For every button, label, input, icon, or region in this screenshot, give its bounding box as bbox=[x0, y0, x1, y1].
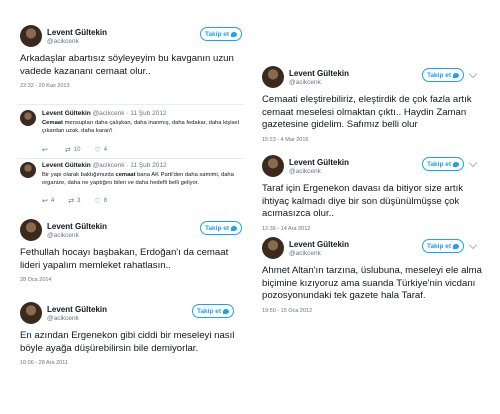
tweet-card-3: Levent Gültekin @acikcenk Takip et En az… bbox=[20, 302, 240, 366]
like-count: 8 bbox=[103, 198, 108, 204]
chevron-down-icon[interactable] bbox=[468, 240, 478, 250]
divider bbox=[18, 104, 244, 105]
heart-icon: ♡ bbox=[94, 198, 101, 205]
avatar[interactable] bbox=[20, 302, 42, 324]
tweet-header: Levent Gültekin @acikcenk Takip et bbox=[20, 219, 242, 249]
tweet-header: Levent Gültekin @acikcenk Takip et bbox=[262, 237, 482, 267]
divider bbox=[18, 158, 244, 159]
avatar[interactable] bbox=[20, 219, 42, 241]
avatar[interactable] bbox=[262, 237, 284, 259]
user-name[interactable]: Levent Gültekin bbox=[47, 222, 107, 231]
user-handle: @acikcenk · 11 Şub 2012 bbox=[92, 162, 167, 169]
user-name[interactable]: Levent Gültekin bbox=[289, 158, 349, 167]
user-handle[interactable]: @acikcenk bbox=[47, 232, 79, 239]
user-handle[interactable]: @acikcenk bbox=[47, 38, 79, 45]
quote-text: Bir yapı olarak baktığımızda cemaat bana… bbox=[42, 171, 257, 187]
tweet-card-6: Levent Gültekin @acikcenk Takip et Ahmet… bbox=[262, 237, 482, 314]
tweet-card-4: Levent Gültekin @acikcenk Takip et Cemaa… bbox=[262, 66, 482, 143]
chevron-down-icon[interactable] bbox=[468, 158, 478, 168]
user-name[interactable]: Levent Gültekin bbox=[47, 305, 107, 314]
tweet-text: Arkadaşlar abartısız söyleyeyim bu kavga… bbox=[20, 53, 234, 77]
retweet-icon: ⇄ bbox=[68, 198, 75, 205]
avatar[interactable] bbox=[20, 25, 42, 47]
like-button[interactable]: ♡ 8 bbox=[94, 197, 107, 205]
tweet-timestamp[interactable]: 19:50 - 15 Oca 2012 bbox=[262, 308, 482, 314]
heart-icon: ♡ bbox=[94, 147, 101, 154]
user-handle: @acikcenk · 11 Şub 2012 bbox=[92, 110, 167, 117]
highlight-word: Cemaat bbox=[42, 120, 63, 126]
tweet-header: Levent Gültekin @acikcenk Takip et bbox=[20, 302, 240, 332]
tweet-actions: ↩ 4 ⇄ 3 ♡ 8 bbox=[42, 197, 107, 205]
tweet-header: Levent Gültekin @acikcenk Takip et bbox=[262, 155, 482, 185]
chevron-down-icon[interactable] bbox=[468, 69, 478, 79]
tweet-timestamp[interactable]: 15:23 - 4 Mar 2016 bbox=[262, 137, 482, 143]
quote-header: Levent Gültekin @acikcenk · 11 Şub 2012 bbox=[42, 162, 167, 169]
like-button[interactable]: ♡ 4 bbox=[94, 146, 107, 154]
user-handle[interactable]: @acikcenk bbox=[289, 168, 321, 175]
tweet-text: Cemaati eleştirebiliriz, eleştirdik de ç… bbox=[262, 94, 472, 130]
follow-button[interactable]: Takip et bbox=[422, 68, 464, 82]
tweet-text: Taraf için Ergenekon davası da bitiyor s… bbox=[262, 183, 464, 219]
avatar[interactable] bbox=[20, 162, 36, 178]
user-handle[interactable]: @acikcenk bbox=[289, 79, 321, 86]
reply-button[interactable]: ↩ 4 bbox=[42, 197, 54, 205]
reply-icon: ↩ bbox=[42, 198, 48, 205]
avatar[interactable] bbox=[20, 110, 36, 126]
tweet-header: Levent Gültekin @acikcenk Takip et bbox=[262, 66, 482, 96]
user-name: Levent Gültekin bbox=[42, 162, 91, 169]
twitter-bird-icon bbox=[453, 161, 460, 167]
tweet-text: En azından Ergenekon gibi ciddi bir mese… bbox=[20, 330, 235, 354]
user-name[interactable]: Levent Gültekin bbox=[289, 69, 349, 78]
user-name[interactable]: Levent Gültekin bbox=[289, 240, 349, 249]
reply-icon: ↩ bbox=[42, 147, 48, 154]
follow-button[interactable]: Takip et bbox=[200, 27, 242, 41]
tweet-actions: ↩ ⇄ 10 ♡ 4 bbox=[42, 146, 107, 154]
tweet-text: Fethullah hocayı başbakan, Erdoğan'ı da … bbox=[20, 247, 229, 271]
retweet-count: 10 bbox=[73, 147, 81, 153]
user-handle[interactable]: @acikcenk bbox=[289, 250, 321, 257]
user-name: Levent Gültekin bbox=[42, 110, 91, 117]
quote-body-start: Bir yapı olarak baktığımızda bbox=[42, 172, 116, 178]
tweet-card-2: Levent Gültekin @acikcenk Takip et Fethu… bbox=[20, 219, 242, 283]
like-count: 4 bbox=[103, 147, 108, 153]
highlight-word: cemaat bbox=[115, 172, 136, 178]
quoted-tweet-1[interactable]: Levent Gültekin @acikcenk · 11 Şub 2012 … bbox=[20, 110, 260, 160]
twitter-bird-icon bbox=[231, 225, 238, 231]
quoted-tweet-2[interactable]: Levent Gültekin @acikcenk · 11 Şub 2012 … bbox=[20, 162, 260, 212]
retweet-button[interactable]: ⇄ 3 bbox=[68, 197, 80, 205]
avatar[interactable] bbox=[262, 66, 284, 88]
quote-header: Levent Gültekin @acikcenk · 11 Şub 2012 bbox=[42, 110, 167, 117]
reply-count: 4 bbox=[50, 198, 55, 204]
quote-body: mensupları daha çalışkan, daha inanmış, … bbox=[42, 120, 239, 134]
tweet-card-5: Levent Gültekin @acikcenk Takip et Taraf… bbox=[262, 155, 482, 232]
user-handle[interactable]: @acikcenk bbox=[47, 315, 79, 322]
user-name[interactable]: Levent Gültekin bbox=[47, 28, 107, 37]
tweet-timestamp[interactable]: 28 Oca 2014 bbox=[20, 277, 240, 283]
tweet-timestamp[interactable]: 10:06 - 28 Ara 2011 bbox=[20, 360, 240, 366]
twitter-bird-icon bbox=[453, 243, 460, 249]
tweet-card-1: Levent Gültekin @acikcenk Takip et Arkad… bbox=[20, 25, 242, 89]
twitter-bird-icon bbox=[231, 31, 238, 37]
retweet-icon: ⇄ bbox=[64, 147, 71, 154]
avatar[interactable] bbox=[262, 155, 284, 177]
tweet-header: Levent Gültekin @acikcenk Takip et bbox=[20, 25, 242, 55]
twitter-bird-icon bbox=[223, 308, 230, 314]
retweet-count: 3 bbox=[77, 198, 81, 204]
tweet-timestamp[interactable]: 22:32 - 20 Kas 2013 bbox=[20, 83, 240, 89]
tweet-timestamp[interactable]: 12:36 - 14 Ara 2012 bbox=[262, 226, 482, 232]
reply-button[interactable]: ↩ bbox=[42, 146, 51, 154]
quote-text: Cemaat mensupları daha çalışkan, daha in… bbox=[42, 119, 257, 135]
follow-button[interactable]: Takip et bbox=[200, 221, 242, 235]
follow-button[interactable]: Takip et bbox=[192, 304, 234, 318]
retweet-button[interactable]: ⇄ 10 bbox=[65, 146, 81, 154]
twitter-bird-icon bbox=[453, 72, 460, 78]
tweet-text: Ahmet Altan'ın tarzına, üslubuna, mesele… bbox=[262, 265, 482, 301]
follow-button[interactable]: Takip et bbox=[422, 239, 464, 253]
follow-button[interactable]: Takip et bbox=[422, 157, 464, 171]
